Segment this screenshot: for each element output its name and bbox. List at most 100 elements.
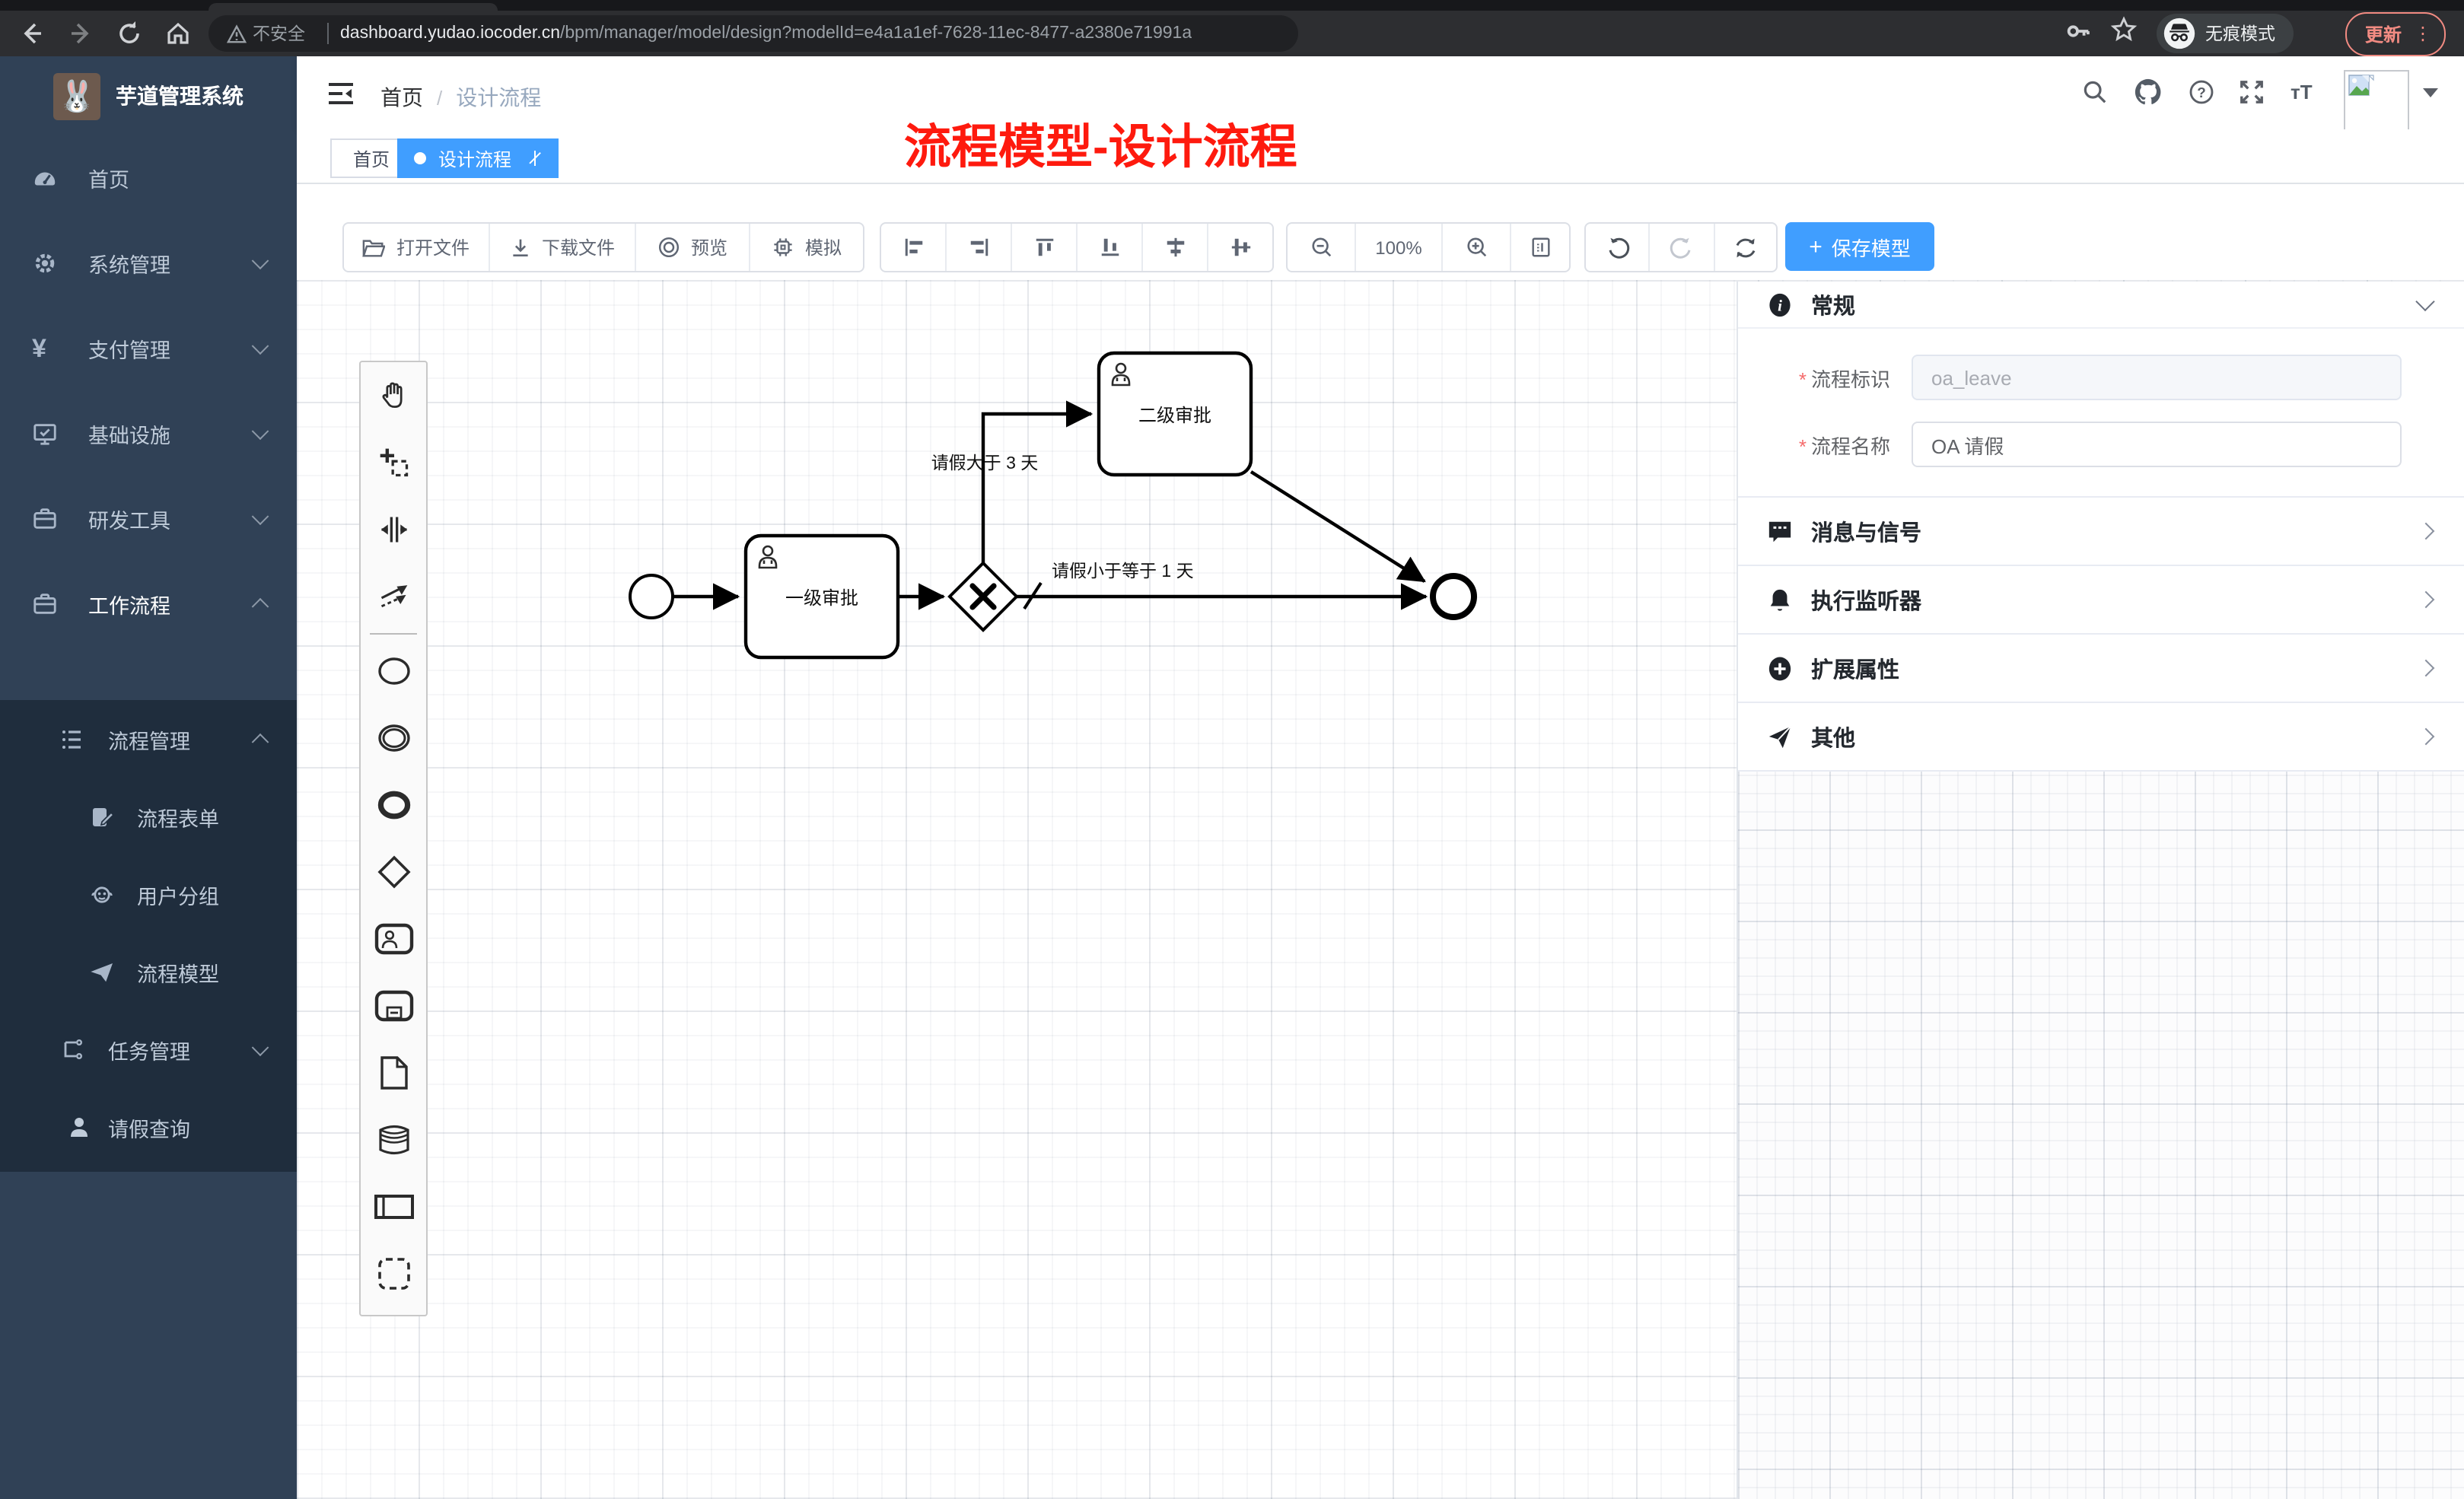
simulate-button[interactable]: 模拟 — [750, 224, 863, 271]
restart-icon[interactable] — [1714, 224, 1776, 271]
section-listeners[interactable]: 执行监听器 — [1738, 566, 2464, 635]
fit-viewport-icon[interactable] — [1511, 224, 1569, 271]
align-left-icon[interactable] — [881, 224, 947, 271]
open-file-button[interactable]: 打开文件 — [344, 224, 490, 271]
sidebar-item-infra[interactable]: 基础设施 — [0, 391, 297, 476]
incognito-badge: 无痕模式 — [2157, 14, 2294, 53]
fold-icon[interactable] — [329, 82, 353, 105]
end-event[interactable] — [1433, 576, 1474, 617]
briefcase-icon — [32, 591, 58, 617]
bell-icon — [1767, 587, 1793, 613]
undo-icon[interactable] — [1586, 224, 1651, 271]
send-icon — [1767, 724, 1793, 750]
help-icon[interactable]: ? — [2189, 79, 2214, 105]
browser-menu-icon[interactable]: ⋮ — [2414, 27, 2432, 41]
section-general[interactable]: i 常规 — [1738, 282, 2464, 329]
zoom-level: 100% — [1356, 224, 1443, 271]
sidebar-item-process-model[interactable]: 流程模型 — [0, 933, 297, 1010]
star-icon[interactable] — [2109, 15, 2138, 44]
chevron-up-icon — [252, 598, 269, 616]
forward-icon[interactable] — [67, 20, 94, 47]
sidebar-submenu-workflow: 流程管理 流程表单 用户分组 流程模型 任务管理 请假查询 — [0, 700, 297, 1172]
start-event[interactable] — [630, 575, 673, 618]
flow-branch-icon — [61, 1037, 85, 1061]
align-right-icon[interactable] — [947, 224, 1012, 271]
align-center-v-icon[interactable] — [1208, 224, 1272, 271]
gauge-icon — [32, 165, 58, 191]
message-icon — [1767, 518, 1793, 544]
info-icon: i — [1767, 291, 1793, 317]
github-icon[interactable] — [2134, 78, 2163, 107]
field-process-name: *流程名称 — [1738, 411, 2464, 478]
flow-task2-to-end[interactable] — [1251, 472, 1425, 581]
section-extended-props[interactable]: 扩展属性 — [1738, 635, 2464, 703]
sidebar-item-process-form[interactable]: 流程表单 — [0, 778, 297, 855]
zoom-out-icon[interactable] — [1288, 224, 1356, 271]
chevron-right-icon — [2418, 591, 2435, 609]
caret-down-icon[interactable] — [2423, 88, 2438, 97]
fontsize-icon[interactable]: ᴛT — [2291, 81, 2313, 103]
section-other[interactable]: 其他 — [1738, 703, 2464, 772]
browser-tab[interactable] — [209, 3, 498, 11]
align-top-icon[interactable] — [1012, 224, 1078, 271]
gear-icon — [32, 250, 58, 276]
sidebar-item-leave-query[interactable]: 请假查询 — [0, 1088, 297, 1166]
sidebar-item-payment[interactable]: ¥ 支付管理 — [0, 306, 297, 391]
section-messages[interactable]: 消息与信号 — [1738, 498, 2464, 566]
chevron-right-icon — [2418, 660, 2435, 677]
align-center-h-icon[interactable] — [1143, 224, 1208, 271]
chevron-down-icon — [252, 508, 269, 525]
avatar[interactable] — [2344, 70, 2409, 131]
update-button[interactable]: 更新 ⋮ — [2345, 12, 2446, 56]
security-label[interactable]: 不安全 — [253, 21, 305, 46]
url-domain: dashboard.yudao.iocoder.cn — [340, 24, 560, 43]
preview-button[interactable]: 预览 — [636, 224, 750, 271]
chevron-down-icon — [2415, 292, 2434, 311]
fullscreen-icon[interactable] — [2239, 79, 2265, 105]
sidebar-item-workflow[interactable]: 工作流程 — [0, 562, 297, 647]
breadcrumb-current: 设计流程 — [456, 82, 541, 113]
download-file-button[interactable]: 下载文件 — [490, 224, 636, 271]
process-name-input[interactable] — [1912, 422, 2402, 467]
user-group-icon — [90, 882, 114, 906]
sidebar-item-home[interactable]: 首页 — [0, 135, 297, 221]
sidebar-item-task-manage[interactable]: 任务管理 — [0, 1010, 297, 1088]
svg-text:?: ? — [2197, 85, 2206, 101]
address-bar[interactable]: 不安全 dashboard.yudao.iocoder.cn/bpm/manag… — [209, 15, 1298, 52]
save-model-button[interactable]: + 保存模型 — [1785, 222, 1934, 271]
url-path: /bpm/manager/model/design?modelId=e4a1a1… — [560, 24, 1192, 43]
annotation-title: 流程模型-设计流程 — [904, 108, 1297, 177]
breadcrumb-home[interactable]: 首页 — [380, 82, 423, 113]
app-logo-row[interactable]: 🐰 芋道管理系统 — [0, 56, 297, 135]
field-process-key: *流程标识 — [1738, 344, 2464, 411]
sidebar-item-user-group[interactable]: 用户分组 — [0, 855, 297, 933]
reload-icon[interactable] — [116, 20, 143, 47]
breadcrumb: 首页 / 设计流程 — [380, 82, 541, 113]
tab-design-process[interactable]: 设计流程 — [397, 138, 559, 178]
process-key-input[interactable] — [1912, 355, 2402, 400]
back-icon[interactable] — [18, 20, 46, 47]
task-label: 二级审批 — [1099, 353, 1251, 475]
tags-view: 首页 设计流程 — [297, 129, 2464, 184]
breadcrumb-separator: / — [437, 86, 442, 109]
sidebar-item-devtools[interactable]: 研发工具 — [0, 476, 297, 562]
sidebar-item-process-manage[interactable]: 流程管理 — [0, 700, 297, 778]
form-doc-icon — [90, 804, 114, 829]
redo-icon[interactable] — [1651, 224, 1715, 271]
browser-tabstrip — [0, 0, 2464, 11]
general-fields: *流程标识 *流程名称 — [1738, 329, 2464, 498]
align-bottom-icon[interactable] — [1078, 224, 1143, 271]
key-icon[interactable] — [2064, 17, 2093, 46]
active-dot — [414, 152, 426, 164]
properties-card: i 常规 *流程标识 *流程名称 消息与信号 — [1738, 282, 2464, 772]
sidebar-item-system[interactable]: 系统管理 — [0, 221, 297, 306]
close-icon[interactable] — [527, 151, 542, 166]
bpmn-designer-page: 不安全 dashboard.yudao.iocoder.cn/bpm/manag… — [0, 0, 2464, 1499]
home-icon[interactable] — [164, 20, 192, 47]
zoom-in-icon[interactable] — [1443, 224, 1511, 271]
flow-gateway-to-task2[interactable] — [983, 414, 1091, 563]
chevron-right-icon — [2418, 523, 2435, 540]
search-icon[interactable] — [2082, 79, 2108, 105]
chevron-up-icon — [252, 733, 269, 750]
update-label: 更新 — [2365, 21, 2402, 47]
